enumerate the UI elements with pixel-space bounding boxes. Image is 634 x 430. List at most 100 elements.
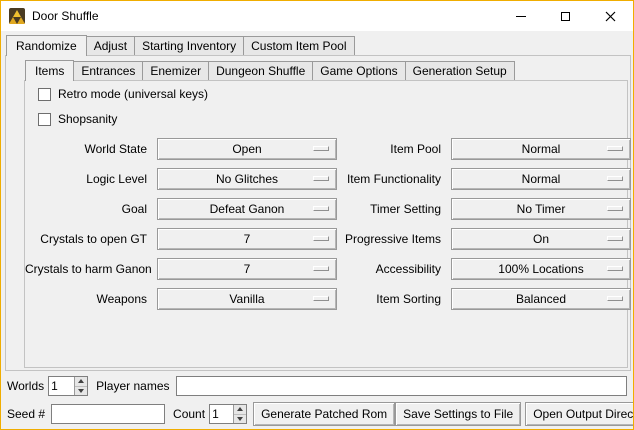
spin-arrows	[74, 377, 87, 395]
checkbox-shopsanity[interactable]: Shopsanity	[38, 109, 627, 129]
dropdown-value: Open	[232, 142, 261, 156]
window-title: Door Shuffle	[32, 9, 99, 23]
dropdown-value: No Timer	[517, 202, 566, 216]
count-spin-down-button[interactable]	[234, 415, 246, 424]
tab-enemizer[interactable]: Enemizer	[142, 61, 209, 80]
goal-label: Goal	[25, 202, 155, 216]
checkbox-box[interactable]	[38, 113, 51, 126]
dropdown-value: Defeat Ganon	[210, 202, 285, 216]
weapons-dropdown[interactable]: Vanilla	[157, 288, 337, 310]
outer-tab-bar: Randomize Adjust Starting Inventory Cust…	[5, 33, 631, 55]
open-output-directory-button[interactable]: Open Output Directory	[525, 402, 634, 426]
tab-starting-inventory[interactable]: Starting Inventory	[134, 36, 244, 55]
crystals-harm-ganon-dropdown[interactable]: 7	[157, 258, 337, 280]
outer-notebook: Randomize Adjust Starting Inventory Cust…	[5, 33, 631, 371]
timer-setting-dropdown[interactable]: No Timer	[451, 198, 631, 220]
crystals-open-gt-label: Crystals to open GT	[25, 232, 155, 246]
save-settings-button[interactable]: Save Settings to File	[395, 402, 521, 426]
window-controls	[498, 1, 633, 31]
checkbox-label: Retro mode (universal keys)	[58, 87, 208, 101]
close-icon	[605, 11, 616, 22]
count-input[interactable]	[210, 405, 233, 423]
dropdown-value: No Glitches	[216, 172, 278, 186]
count-spin-up-button[interactable]	[234, 405, 246, 415]
dropdown-indicator-icon	[607, 176, 623, 181]
worlds-label: Worlds	[7, 379, 44, 393]
dropdown-value: 7	[244, 232, 251, 246]
dropdown-value: Balanced	[516, 292, 566, 306]
dropdown-indicator-icon	[313, 146, 329, 151]
item-sorting-label: Item Sorting	[339, 292, 449, 306]
accessibility-dropdown[interactable]: 100% Locations	[451, 258, 631, 280]
goal-dropdown[interactable]: Defeat Ganon	[157, 198, 337, 220]
world-state-dropdown[interactable]: Open	[157, 138, 337, 160]
item-functionality-dropdown[interactable]: Normal	[451, 168, 631, 190]
maximize-icon	[561, 12, 570, 21]
logic-level-label: Logic Level	[25, 172, 155, 186]
worlds-input[interactable]	[49, 377, 74, 395]
spin-arrows	[233, 405, 246, 423]
player-names-label: Player names	[96, 379, 169, 393]
item-pool-dropdown[interactable]: Normal	[451, 138, 631, 160]
item-functionality-label: Item Functionality	[339, 172, 449, 186]
checkbox-label: Shopsanity	[58, 112, 117, 126]
inner-notebook: Items Entrances Enemizer Dungeon Shuffle…	[24, 58, 628, 368]
close-button[interactable]	[588, 1, 633, 31]
generate-row: Seed # Count Generate Patched Rom Save S…	[7, 402, 627, 426]
up-arrow-icon	[78, 379, 84, 383]
tab-entrances[interactable]: Entrances	[73, 61, 143, 80]
dropdown-value: Normal	[522, 142, 561, 156]
checkbox-group: Retro mode (universal keys) Shopsanity	[25, 81, 627, 129]
tab-randomize[interactable]: Randomize	[6, 35, 87, 56]
titlebar[interactable]: Door Shuffle	[1, 1, 633, 31]
tab-items[interactable]: Items	[25, 60, 74, 81]
dropdown-value: 7	[244, 262, 251, 276]
checkbox-retro-mode[interactable]: Retro mode (universal keys)	[38, 84, 627, 104]
dropdown-indicator-icon	[607, 146, 623, 151]
down-arrow-icon	[78, 389, 84, 393]
worlds-spin-down-button[interactable]	[75, 387, 87, 396]
minimize-icon	[516, 16, 526, 17]
maximize-button[interactable]	[543, 1, 588, 31]
dropdown-value: Normal	[522, 172, 561, 186]
dropdown-indicator-icon	[313, 176, 329, 181]
worlds-spinbox[interactable]	[48, 376, 88, 396]
dropdown-indicator-icon	[607, 296, 623, 301]
checkbox-box[interactable]	[38, 88, 51, 101]
app-icon	[9, 8, 25, 24]
player-names-input[interactable]	[176, 376, 628, 396]
items-pane: Retro mode (universal keys) Shopsanity W…	[24, 80, 628, 368]
dropdown-indicator-icon	[313, 266, 329, 271]
worlds-spin-up-button[interactable]	[75, 377, 87, 387]
dropdown-indicator-icon	[607, 206, 623, 211]
dropdown-indicator-icon	[607, 236, 623, 241]
tab-custom-item-pool[interactable]: Custom Item Pool	[243, 36, 354, 55]
progressive-items-dropdown[interactable]: On	[451, 228, 631, 250]
door-shuffle-window: Door Shuffle Randomize Adjust Starting I…	[0, 0, 634, 430]
count-spinbox[interactable]	[209, 404, 247, 424]
tab-game-options[interactable]: Game Options	[312, 61, 405, 80]
down-arrow-icon	[237, 417, 243, 421]
world-state-label: World State	[25, 142, 155, 156]
tab-generation-setup[interactable]: Generation Setup	[405, 61, 515, 80]
dropdown-value: Vanilla	[229, 292, 264, 306]
seed-input[interactable]	[51, 404, 165, 424]
count-label: Count	[173, 407, 205, 421]
item-pool-label: Item Pool	[339, 142, 449, 156]
dropdown-indicator-icon	[313, 206, 329, 211]
crystals-open-gt-dropdown[interactable]: 7	[157, 228, 337, 250]
tab-adjust[interactable]: Adjust	[86, 36, 135, 55]
item-sorting-dropdown[interactable]: Balanced	[451, 288, 631, 310]
randomize-pane: Items Entrances Enemizer Dungeon Shuffle…	[5, 55, 631, 371]
dropdown-indicator-icon	[607, 266, 623, 271]
minimize-button[interactable]	[498, 1, 543, 31]
inner-tab-bar: Items Entrances Enemizer Dungeon Shuffle…	[24, 58, 628, 80]
crystals-harm-ganon-label: Crystals to harm Ganon	[25, 262, 155, 276]
logic-level-dropdown[interactable]: No Glitches	[157, 168, 337, 190]
dropdown-value: On	[533, 232, 549, 246]
progressive-items-label: Progressive Items	[339, 232, 449, 246]
generate-patched-rom-button[interactable]: Generate Patched Rom	[253, 402, 395, 426]
dropdown-indicator-icon	[313, 296, 329, 301]
tab-dungeon-shuffle[interactable]: Dungeon Shuffle	[208, 61, 313, 80]
worlds-row: Worlds Player names	[7, 376, 627, 396]
